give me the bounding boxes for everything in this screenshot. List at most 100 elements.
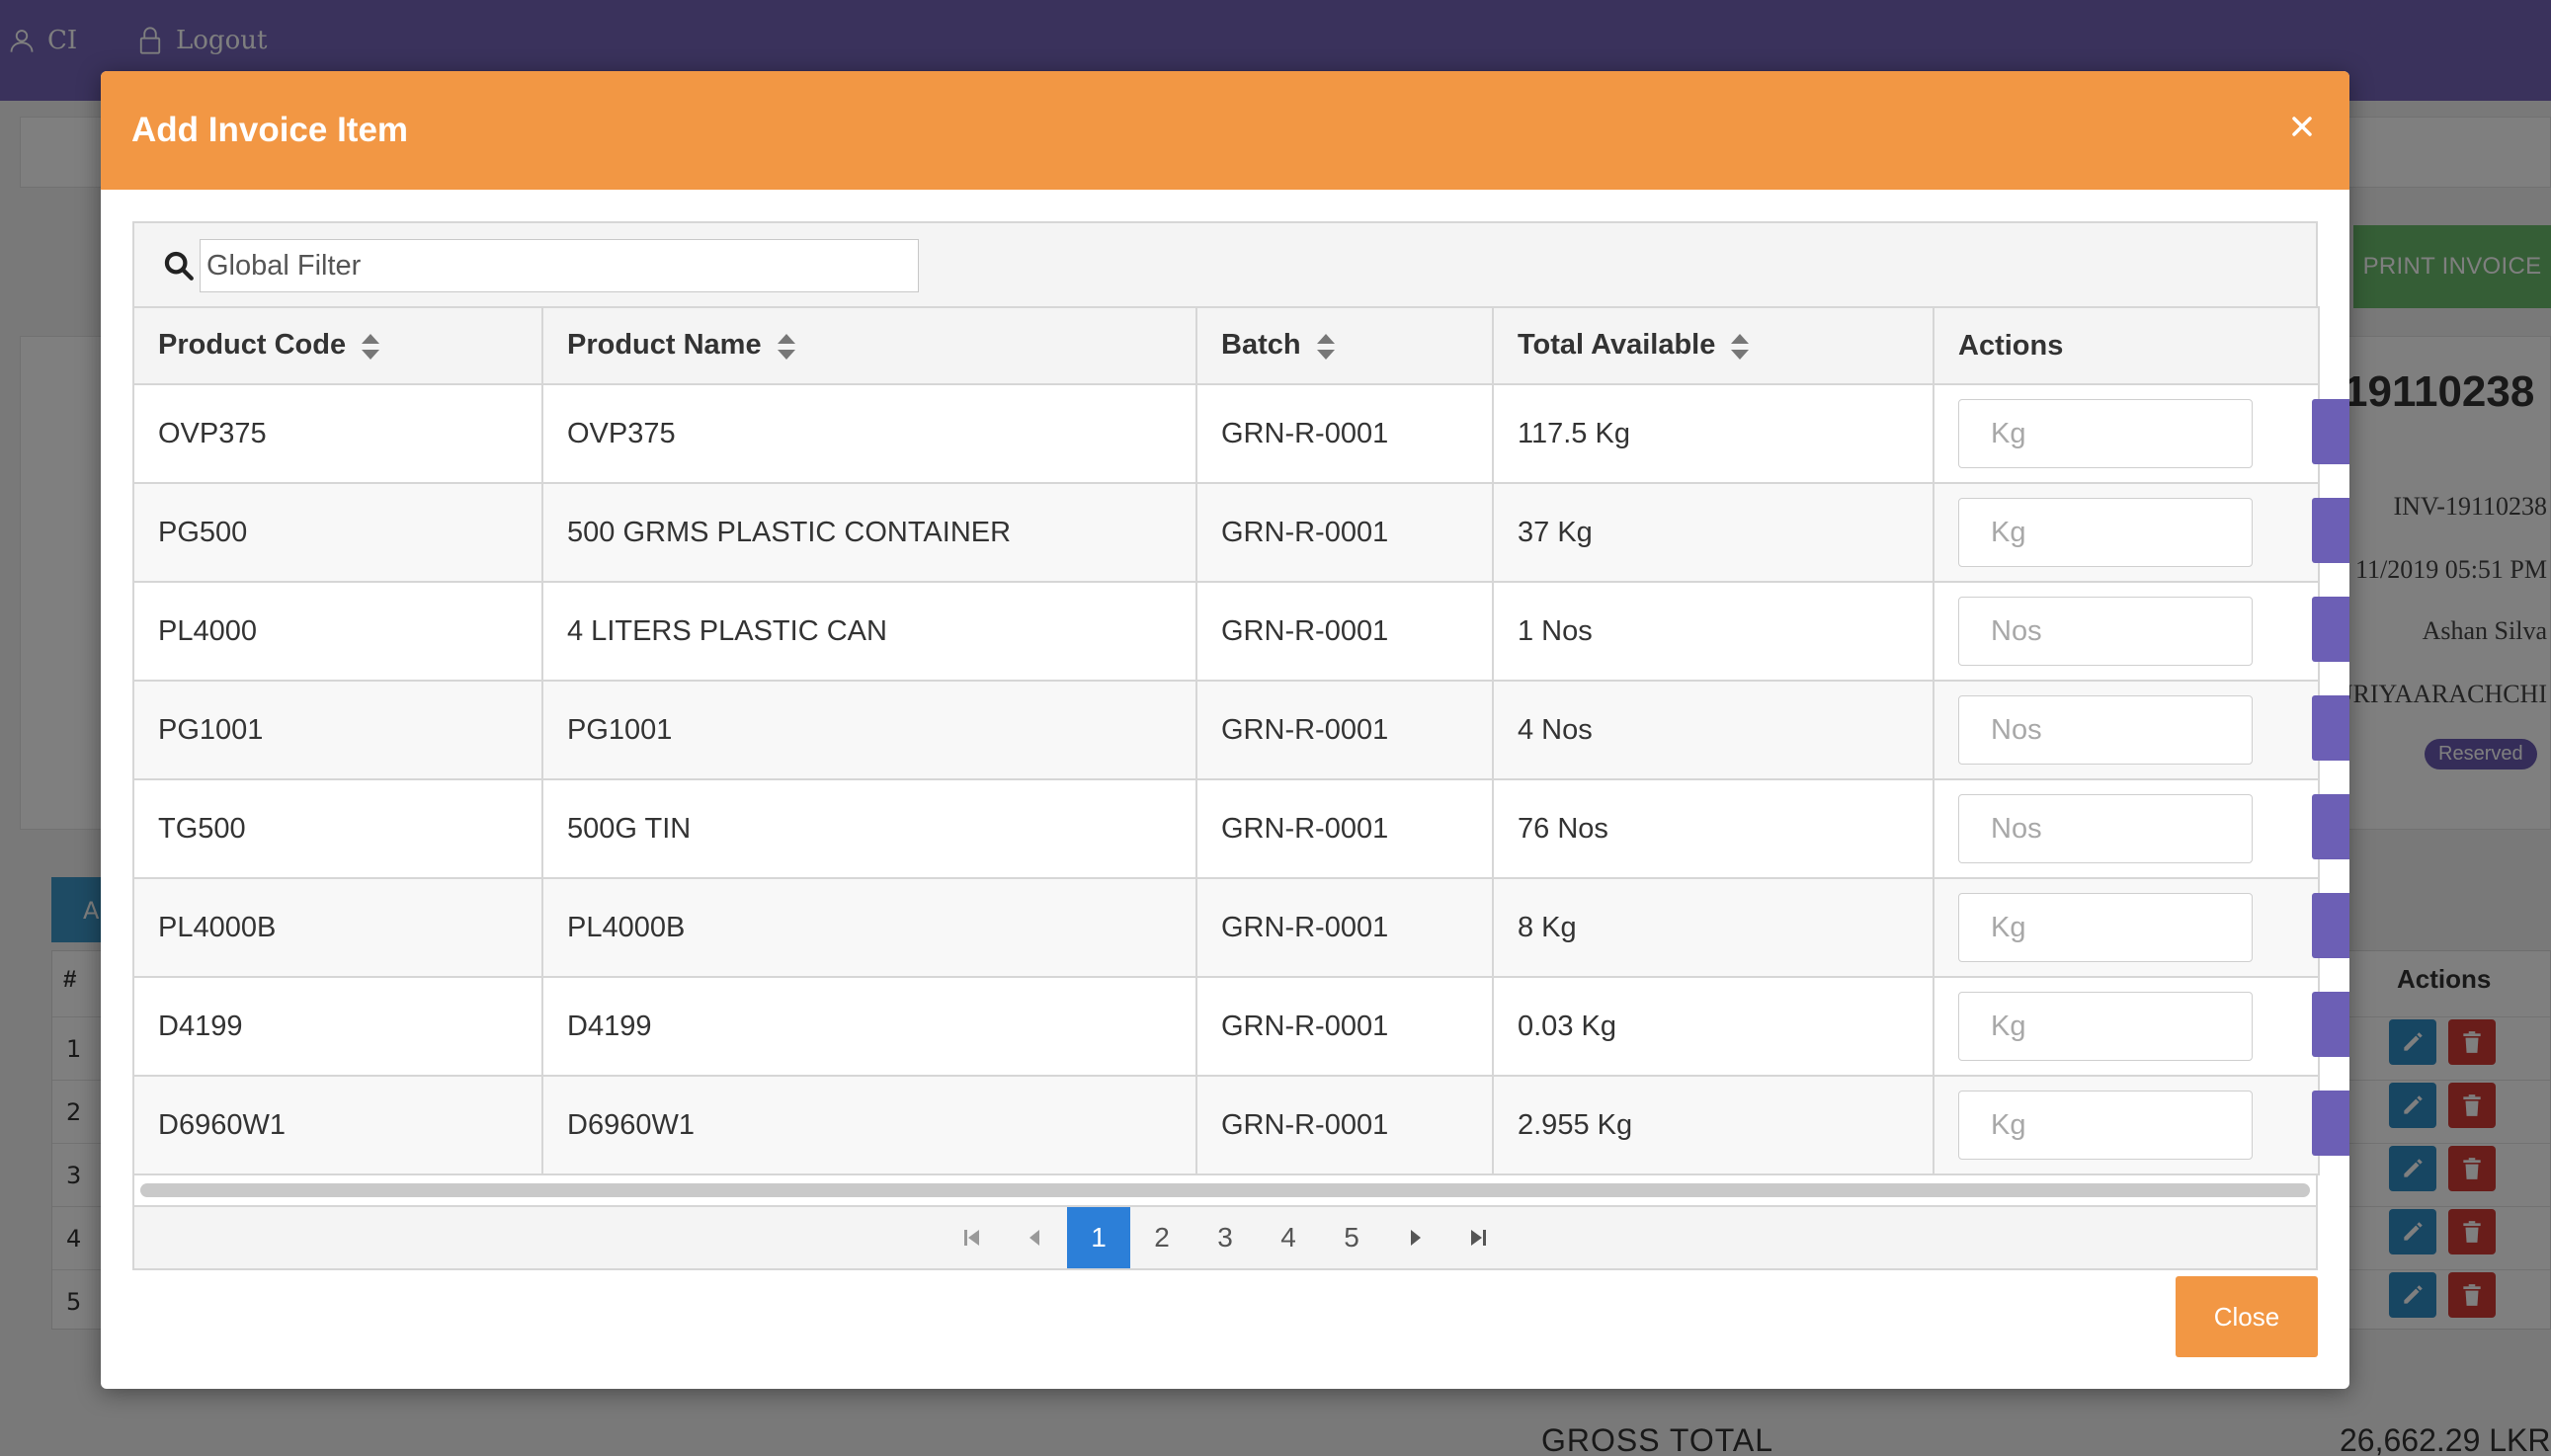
quantity-input[interactable] [1958,695,2253,765]
actions-cell: Add [1933,778,2349,879]
table-row: PG1001PG1001GRN-R-00014 NosAdd [132,680,2349,780]
table-row: OVP375OVP375GRN-R-0001117.5 KgAdd [132,383,2349,484]
actions-cell: Add [1933,976,2349,1077]
table-header-row: Product Code Product Name Batch Total Av… [132,306,2320,385]
next-page-icon[interactable] [1383,1207,1446,1268]
page-button-1[interactable]: 1 [1067,1207,1130,1268]
batch-cell: GRN-R-0001 [1195,482,1494,583]
dialog-title: Add Invoice Item [131,111,409,149]
batch-cell: GRN-R-0001 [1195,1075,1494,1175]
product-code-cell: PG500 [132,482,543,583]
actions-cell: Add [1933,1075,2349,1175]
column-header-product-name[interactable]: Product Name [541,306,1197,385]
table-row: PL4000 4 LITERS PLASTIC CAN GRN-R-0001 1 No… [132,581,2349,682]
quantity-input[interactable] [1958,992,2253,1061]
product-name-cell: PG1001 [541,680,1197,780]
product-code-cell: PL4000B [132,877,543,978]
table-row: PG500 500 GRMS PLASTIC CONTAINER GRN-R-000… [132,482,2349,583]
add-button[interactable]: Add [2312,399,2349,464]
column-header-total-available[interactable]: Total Available [1492,306,1934,385]
product-name-cell: D4199 [541,976,1197,1077]
total-available-cell: 76 Nos [1492,778,1934,879]
page-button-5[interactable]: 5 [1320,1207,1383,1268]
table-row: TG500500G TINGRN-R-000176 Nos Add [132,778,2349,879]
product-code-cell: PL4000 [132,581,543,682]
total-available-cell: 2.955 Kg [1492,1075,1934,1175]
column-label: Batch [1221,329,1301,362]
add-button[interactable]: Add [2312,498,2349,563]
paginator: 1 2 3 4 5 [132,1205,2318,1270]
column-label: Total Available [1518,329,1716,362]
add-button[interactable]: Add [2312,1091,2349,1156]
quantity-input[interactable] [1958,1091,2253,1160]
actions-cell: Add [1933,680,2349,780]
quantity-input[interactable] [1958,399,2253,468]
add-button[interactable]: Add [2312,893,2349,958]
total-available-cell: 37 Kg [1492,482,1934,583]
prev-page-icon[interactable] [1004,1207,1067,1268]
batch-cell: GRN-R-0001 [1195,383,1494,484]
column-label: Product Name [567,329,762,362]
product-name-cell: D6960W1 [541,1075,1197,1175]
quantity-input[interactable] [1958,597,2253,666]
product-code-cell: TG500 [132,778,543,879]
total-available-cell: 1 Nos [1492,581,1934,682]
first-page-icon[interactable] [941,1207,1004,1268]
sort-icon[interactable] [1315,331,1337,363]
batch-cell: GRN-R-0001 [1195,778,1494,879]
column-label: Actions [1958,329,2064,362]
product-code-cell: D6960W1 [132,1075,543,1175]
product-table: Product Code Product Name Batch Total Av… [132,306,2349,1175]
total-available-cell: 117.5 Kg [1492,383,1934,484]
quantity-input[interactable] [1958,893,2253,962]
product-name-cell: 4 LITERS PLASTIC CAN [541,581,1197,682]
product-code-cell: OVP375 [132,383,543,484]
quantity-input[interactable] [1958,794,2253,863]
sort-icon[interactable] [1729,331,1751,363]
global-filter-input[interactable] [200,239,919,292]
add-button[interactable]: Add [2312,597,2349,662]
horizontal-scrollbar[interactable] [132,1175,2318,1205]
add-button[interactable]: Add [2312,695,2349,761]
column-header-product-code[interactable]: Product Code [132,306,543,385]
batch-cell: GRN-R-0001 [1195,877,1494,978]
product-code-cell: D4199 [132,976,543,1077]
search-icon [164,251,194,281]
table-row: PL4000BPL4000BGRN-R-00018 KgAdd [132,877,2349,978]
quantity-input[interactable] [1958,498,2253,567]
scrollbar-thumb[interactable] [140,1183,2310,1197]
last-page-icon[interactable] [1446,1207,1510,1268]
global-filter-bar [132,221,2318,306]
product-datatable: Product Code Product Name Batch Total Av… [132,221,2349,1270]
actions-cell: Add [1933,581,2349,682]
product-name-cell: 500G TIN [541,778,1197,879]
batch-cell: GRN-R-0001 [1195,976,1494,1077]
add-invoice-item-dialog: Add Invoice Item Product Code Product Na… [101,71,2349,1389]
page-button-4[interactable]: 4 [1257,1207,1320,1268]
product-name-cell: 500 GRMS PLASTIC CONTAINER [541,482,1197,583]
sort-icon[interactable] [360,331,381,363]
batch-cell: GRN-R-0001 [1195,680,1494,780]
sort-icon[interactable] [776,331,797,363]
table-row: D6960W1D6960W1GRN-R-00012.955 KgAdd [132,1075,2349,1175]
column-header-batch[interactable]: Batch [1195,306,1494,385]
page-button-2[interactable]: 2 [1130,1207,1193,1268]
total-available-cell: 0.03 Kg [1492,976,1934,1077]
total-available-cell: 8 Kg [1492,877,1934,978]
close-button[interactable]: Close [2176,1276,2318,1357]
actions-cell: Add [1933,877,2349,978]
actions-cell: Add [1933,383,2349,484]
add-button[interactable]: Add [2312,992,2349,1057]
batch-cell: GRN-R-0001 [1195,581,1494,682]
add-button[interactable]: Add [2312,794,2349,859]
close-icon[interactable] [2284,107,2320,146]
column-header-actions: Actions [1933,306,2320,385]
page-button-3[interactable]: 3 [1193,1207,1257,1268]
actions-cell: Add [1933,482,2349,583]
dialog-header: Add Invoice Item [101,71,2349,190]
product-code-cell: PG1001 [132,680,543,780]
product-name-cell: PL4000B [541,877,1197,978]
column-label: Product Code [158,329,347,362]
table-row: D4199D4199GRN-R-00010.03 KgAdd [132,976,2349,1077]
product-name-cell: OVP375 [541,383,1197,484]
